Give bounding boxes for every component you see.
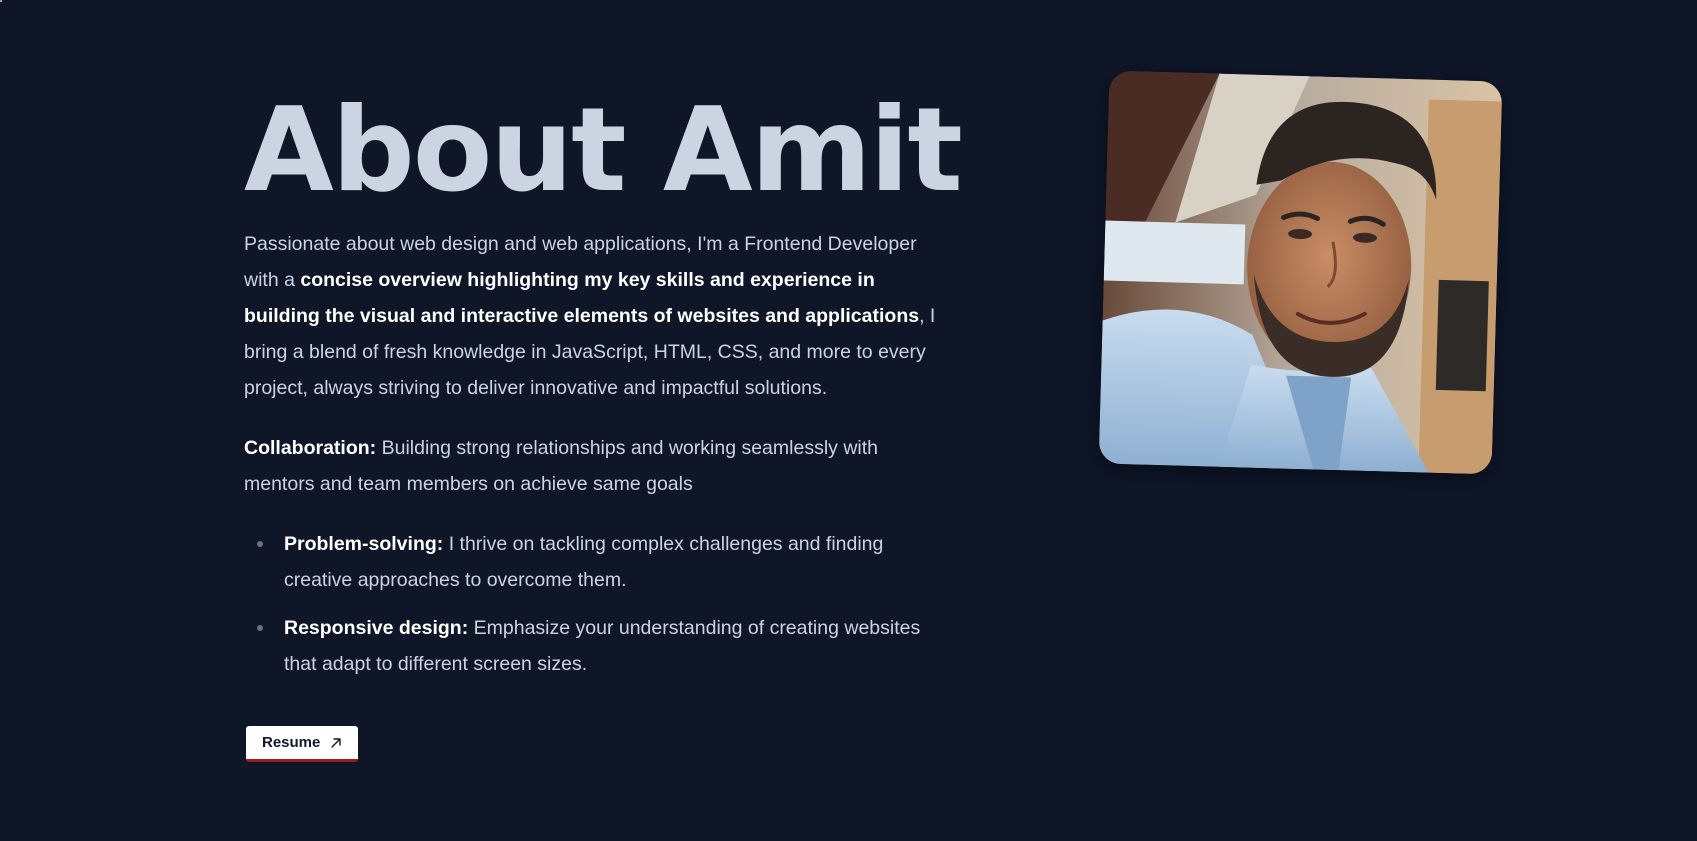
skills-list: Problem-solving: I thrive on tackling co… — [244, 526, 944, 682]
about-section: About Amit Passionate about web design a… — [244, 83, 963, 694]
list-item-label: Problem-solving: — [284, 533, 444, 555]
list-item: Problem-solving: I thrive on tackling co… — [257, 526, 944, 598]
page-title: About Amit — [244, 83, 963, 218]
resume-button-label: Resume — [262, 734, 321, 751]
intro-highlight: concise overview highlighting my key ski… — [244, 269, 920, 327]
intro-paragraph: Passionate about web design and web appl… — [244, 226, 944, 406]
corner-mark — [0, 0, 2, 2]
profile-photo — [1098, 70, 1503, 475]
bullet-icon — [257, 541, 263, 547]
collaboration-paragraph: Collaboration: Building strong relations… — [244, 430, 944, 502]
arrow-up-right-icon — [331, 737, 342, 748]
resume-button[interactable]: Resume — [246, 726, 359, 762]
list-item-label: Responsive design: — [284, 617, 469, 639]
list-item: Responsive design: Emphasize your unders… — [257, 610, 944, 682]
bullet-icon — [257, 625, 263, 631]
profile-photo-illustration — [1098, 70, 1503, 475]
collaboration-label: Collaboration: — [244, 437, 377, 459]
